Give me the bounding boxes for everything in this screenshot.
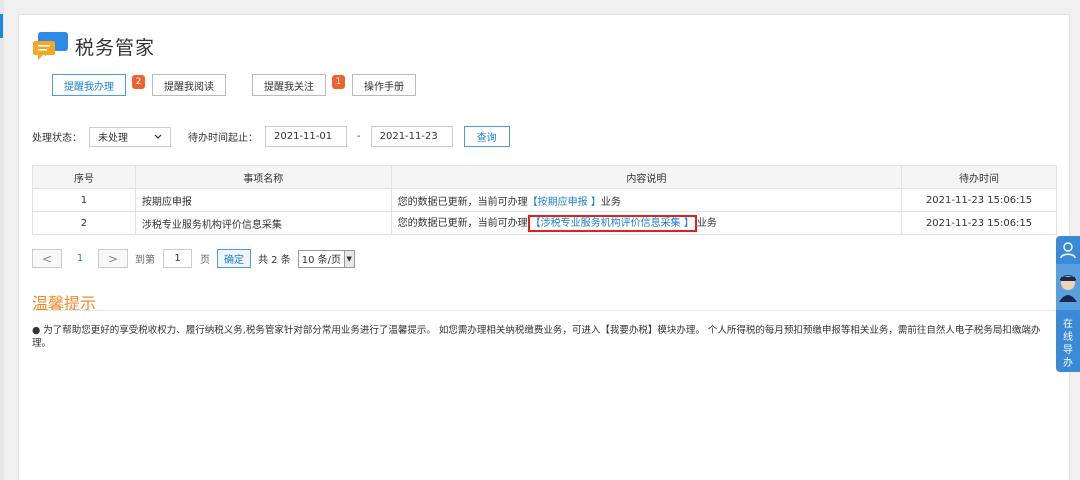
goto-confirm-button[interactable]: 确定 [217,249,251,268]
tips-text: ● 为了帮助您更好的享受税收权力、履行纳税义务,税务管家针对部分常用业务进行了温… [32,325,1041,349]
query-button[interactable]: 查询 [463,126,510,147]
row-desc-link-highlighted[interactable]: 【涉税专业服务机构评价信息采集 】 [527,215,697,232]
filter-bar: 处理状态： 未处理 待办时间起止： 2021-11-01 - 2021-11-2… [32,126,510,147]
prev-page-button[interactable]: < [32,249,62,268]
row-desc: 您的数据已更新，当前可办理 【涉税专业服务机构评价信息采集 】业务 [390,211,903,235]
page-size-select[interactable]: 10 条/页 ▼ [297,249,355,268]
online-guide-widget[interactable]: 在线导办 [1056,236,1080,372]
date-separator: - [357,131,361,142]
current-page[interactable]: 1 [62,253,98,264]
main-panel: 税务管家 提醒我办理 2 提醒我阅读 提醒我关注 1 操作手册 处理状态： 未处… [18,14,1070,480]
table-header-row: 序号 事项名称 内容说明 待办时间 [32,165,1057,189]
row-desc-prefix: 您的数据已更新，当前可办理 [397,218,528,229]
row-name: 涉税专业服务机构评价信息采集 [134,211,392,235]
tab-manual[interactable]: 操作手册 [352,74,416,96]
date-start-input[interactable]: 2021-11-01 [265,126,347,147]
tips-divider [32,310,1057,311]
tab-remind-follow[interactable]: 提醒我关注 [252,74,326,96]
status-value: 未处理 [98,133,128,144]
row-desc-prefix: 您的数据已更新，当前可办理 [397,196,528,208]
next-page-button[interactable]: > [98,249,128,268]
row-desc: 您的数据已更新，当前可办理【按期应申报 】业务 [390,188,903,212]
left-edge [0,0,4,480]
row-time: 2021-11-23 15:06:15 [901,188,1057,212]
date-range-label: 待办时间起止： [188,133,258,144]
dropdown-arrow-icon: ▼ [343,250,354,267]
status-select[interactable]: 未处理 [89,126,171,147]
online-guide-label: 在线导办 [1063,319,1073,369]
row-desc-suffix: 业务 [600,196,621,208]
table-row: 1 按期应申报 您的数据已更新，当前可办理【按期应申报 】业务 2021-11-… [32,188,1057,212]
goto-label: 到第 [135,255,155,266]
status-label: 处理状态： [32,133,82,144]
chevron-down-icon [154,134,162,139]
agent-avatar-icon [1056,264,1080,310]
date-end-input[interactable]: 2021-11-23 [370,126,453,147]
left-active-marker [0,14,3,38]
tab-remind-handle-badge: 2 [132,75,145,89]
pagination: < 1 > 到第 1 页 确定 共 2 条 10 条/页 ▼ [32,249,355,268]
tab-remind-read[interactable]: 提醒我阅读 [152,74,226,96]
user-icon [1056,236,1080,264]
col-header-desc: 内容说明 [390,165,903,189]
col-header-time: 待办时间 [901,165,1057,189]
col-header-name: 事项名称 [134,165,392,189]
total-count: 共 2 条 [258,255,291,266]
page-title: 税务管家 [75,36,156,59]
row-no: 2 [32,211,136,235]
tab-remind-handle[interactable]: 提醒我办理 [52,74,126,96]
page-size-value: 10 条/页 [301,255,342,266]
row-no: 1 [32,188,136,212]
tab-remind-follow-badge: 1 [332,75,345,89]
col-header-no: 序号 [32,165,136,189]
todo-table: 序号 事项名称 内容说明 待办时间 1 按期应申报 您的数据已更新，当前可办理【… [32,165,1057,235]
table-row: 2 涉税专业服务机构评价信息采集 您的数据已更新，当前可办理 【涉税专业服务机构评… [32,211,1057,235]
chat-bubble-icon [33,32,68,60]
page-unit-label: 页 [200,255,210,266]
goto-page-input[interactable]: 1 [163,249,192,268]
page-header: 税务管家 [33,29,155,63]
row-time: 2021-11-23 15:06:15 [901,211,1057,235]
row-name: 按期应申报 [134,188,392,212]
row-desc-suffix: 业务 [696,218,717,229]
row-desc-link[interactable]: 【按期应申报 】 [528,197,601,208]
